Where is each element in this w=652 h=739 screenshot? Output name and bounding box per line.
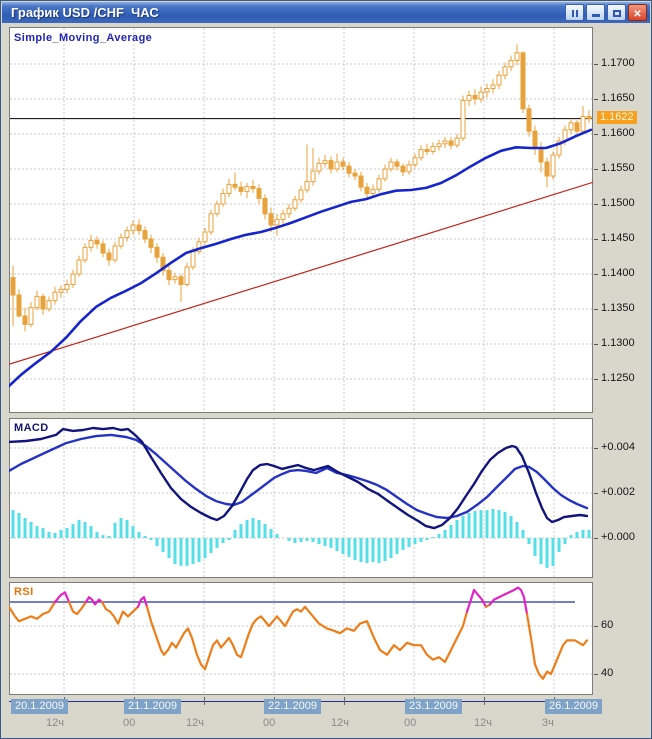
time-label: 12ч <box>474 717 492 729</box>
axis-tick <box>594 493 598 494</box>
time-label: 00 <box>123 717 135 729</box>
y-axis-label: 1.1300 <box>601 337 635 349</box>
axis-tick <box>594 309 598 310</box>
axis-tick <box>594 169 598 170</box>
axis-tick <box>594 134 598 135</box>
maximize-icon <box>613 4 621 22</box>
y-axis-label: 1.1700 <box>601 57 635 69</box>
minimize-button[interactable] <box>586 4 605 21</box>
axis-tick <box>594 448 598 449</box>
y-axis-label: 60 <box>601 619 613 631</box>
rsi-chart[interactable] <box>9 582 593 695</box>
time-label: 12ч <box>186 717 204 729</box>
y-axis-label: 1.1650 <box>601 92 635 104</box>
time-label: 00 <box>404 717 416 729</box>
y-axis-label: 1.1450 <box>601 232 635 244</box>
y-axis-label: 1.1550 <box>601 162 635 174</box>
date-label: 22.1.2009 <box>264 699 321 714</box>
y-axis-label: 1.1400 <box>601 267 635 279</box>
axis-tick <box>594 239 598 240</box>
axis-tick <box>484 697 485 705</box>
macd-chart[interactable] <box>9 418 593 578</box>
date-label: 26.1.2009 <box>545 699 602 714</box>
maximize-button[interactable] <box>607 4 626 21</box>
axis-tick <box>594 626 598 627</box>
price-chart[interactable] <box>9 27 593 413</box>
rsi-panel-label: RSI <box>14 586 34 598</box>
pause-icon <box>571 4 579 22</box>
y-axis-label: 1.1350 <box>601 302 635 314</box>
y-axis-label: 1.1250 <box>601 372 635 384</box>
axis-tick <box>594 674 598 675</box>
time-label: 3ч <box>542 717 554 729</box>
axis-tick <box>594 204 598 205</box>
window-controls <box>563 4 647 22</box>
axis-tick <box>594 99 598 100</box>
sma-panel-label: Simple_Moving_Average <box>14 32 152 44</box>
window-titlebar[interactable]: График USD /CHF ЧАС <box>2 2 650 23</box>
axis-tick <box>344 697 345 705</box>
time-label: 12ч <box>46 717 64 729</box>
date-label: 20.1.2009 <box>11 699 68 714</box>
minimize-icon <box>592 4 600 22</box>
current-price-tag: 1.1622 <box>597 111 637 124</box>
date-label: 21.1.2009 <box>124 699 181 714</box>
y-axis-label: 40 <box>601 667 613 679</box>
time-label: 00 <box>263 717 275 729</box>
y-axis-label: 1.1500 <box>601 197 635 209</box>
chart-window: График USD /CHF ЧАС Simple_Moving_Averag… <box>0 0 652 739</box>
axis-tick <box>204 697 205 705</box>
axis-tick <box>594 274 598 275</box>
axis-tick <box>594 538 598 539</box>
axis-tick <box>594 64 598 65</box>
pause-button[interactable] <box>565 4 584 21</box>
window-title: График USD /CHF ЧАС <box>5 5 563 20</box>
close-button[interactable] <box>628 4 647 21</box>
y-axis-label: +0.000 <box>601 531 635 543</box>
y-axis-label: +0.004 <box>601 441 635 453</box>
y-axis-label: 1.1600 <box>601 127 635 139</box>
axis-tick <box>594 379 598 380</box>
time-label: 12ч <box>331 717 349 729</box>
close-icon <box>633 4 641 22</box>
axis-tick <box>594 344 598 345</box>
date-label: 23.1.2009 <box>405 699 462 714</box>
y-axis-label: +0.002 <box>601 486 635 498</box>
macd-panel-label: MACD <box>14 422 49 434</box>
